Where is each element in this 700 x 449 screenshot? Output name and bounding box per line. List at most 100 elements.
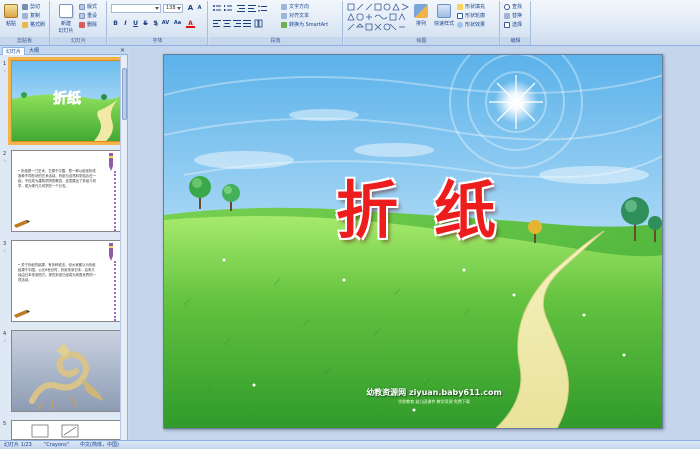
reset-button[interactable]: 重设 <box>79 12 97 20</box>
shape-effects-button[interactable]: 形状效果 <box>457 21 485 29</box>
tab-outline[interactable]: 大纲 <box>26 47 42 55</box>
align-right-button[interactable] <box>232 19 241 28</box>
replace-button[interactable]: 替换 <box>504 12 522 20</box>
convert-smartart-button[interactable]: 转换为 SmartArt <box>281 21 328 29</box>
copy-button[interactable]: 复制 <box>22 12 40 20</box>
bold-button[interactable]: B <box>111 19 120 28</box>
shape-effects-label: 形状效果 <box>465 22 486 28</box>
paste-button[interactable]: 粘贴 <box>2 3 20 35</box>
animation-star-icon: ☆ <box>3 158 7 163</box>
arrange-label: 排列 <box>415 21 426 27</box>
numbering-button[interactable] <box>223 4 232 13</box>
align-center-button[interactable] <box>222 19 231 28</box>
justify-button[interactable] <box>242 19 251 28</box>
slide-thumb-5[interactable] <box>11 420 121 440</box>
increase-indent-button[interactable] <box>247 4 256 13</box>
replace-icon <box>504 13 510 19</box>
slide-thumb-row-5[interactable]: 5 <box>0 420 121 440</box>
italic-button[interactable]: I <box>121 19 130 28</box>
theme-name: "Crayons" <box>44 442 70 448</box>
tab-slides[interactable]: 幻灯片 <box>2 47 26 55</box>
text-direction-button[interactable]: 文字方向 <box>281 3 309 11</box>
underline-button[interactable]: U <box>131 19 140 28</box>
character-spacing-button[interactable]: AV <box>161 19 170 28</box>
indent-icon <box>248 5 256 12</box>
animation-star-icon: ☆ <box>3 338 7 343</box>
slide-thumb-row-3[interactable]: 3 ☆ • 关于折纸的起源，有多种说法，但大家都认为折纸起源于中国。公元6世纪时… <box>0 240 121 324</box>
slide-thumb-2[interactable]: • 折纸是一门艺术，它源于中国，是一种以纸张折成各种不同形状的艺术活动。折纸与自… <box>11 150 121 232</box>
crayon-icon <box>14 220 30 228</box>
numbering-icon <box>224 5 232 11</box>
slide-thumb-row-1[interactable]: 1 ☆ 折纸 <box>0 57 124 145</box>
shadow-button[interactable]: S <box>151 19 160 28</box>
slide-thumb-1[interactable]: 折纸 <box>8 57 124 145</box>
slides-group: 新建 幻灯片 版式 重设 删除 幻灯片 <box>51 1 107 45</box>
drawing-group-label: 绘图 <box>344 37 499 45</box>
align-center-icon <box>223 20 231 27</box>
delete-slide-button[interactable]: 删除 <box>79 21 97 29</box>
outdent-icon <box>237 5 245 12</box>
thumb-title: 折纸 <box>53 90 81 107</box>
status-bar: 幻灯片 1/23 "Crayons" 中文(简体，中国) <box>0 440 700 449</box>
watermark-text: 幼教资源网 ziyuan.baby611.com <box>366 388 502 397</box>
paragraph-group-label: 段落 <box>209 37 342 45</box>
copy-icon <box>22 13 28 19</box>
line-spacing-icon <box>258 5 267 12</box>
cut-button[interactable]: 剪切 <box>22 3 40 11</box>
scroll-thumb[interactable] <box>122 68 127 120</box>
align-left-button[interactable] <box>212 19 221 28</box>
new-slide-button[interactable]: 新建 幻灯片 <box>55 3 77 35</box>
layout-button[interactable]: 版式 <box>79 3 97 11</box>
slide-thumb-row-4[interactable]: 4 ☆ <box>0 330 121 414</box>
thumbnail-scrollbar[interactable] <box>120 56 127 440</box>
arrange-icon <box>414 4 428 18</box>
slides-group-label: 幻灯片 <box>51 37 106 45</box>
align-text-label: 对齐文本 <box>289 13 310 19</box>
line-spacing-button[interactable] <box>258 4 267 13</box>
shape-fill-button[interactable]: 形状填充 <box>457 3 485 11</box>
scissors-icon <box>22 4 28 10</box>
chevron-down-icon <box>177 7 181 10</box>
shape-outline-button[interactable]: 形状轮廓 <box>457 12 485 20</box>
slide-title[interactable]: 折纸 <box>314 160 554 250</box>
close-icon[interactable]: × <box>120 46 125 55</box>
columns-button[interactable] <box>254 19 263 28</box>
current-slide[interactable]: 折纸 幼教资源网 ziyuan.baby611.com 学前教育 幼儿园课件 教… <box>163 54 663 429</box>
format-painter-button[interactable]: 格式刷 <box>22 21 45 29</box>
clipboard-group: 粘贴 剪切 复制 格式刷 剪贴板 <box>0 1 50 45</box>
slide-editor: 折纸 幼教资源网 ziyuan.baby611.com 学前教育 幼儿园课件 教… <box>129 46 700 440</box>
cut-label: 剪切 <box>30 4 41 10</box>
slide-thumb-4[interactable] <box>11 330 121 412</box>
bullets-button[interactable] <box>212 4 221 13</box>
new-slide-label-1: 新建 <box>60 21 71 27</box>
paragraph-group: 文字方向 对齐文本 转换为 SmartArt 段落 <box>209 1 343 45</box>
decrease-indent-button[interactable] <box>236 4 245 13</box>
font-size-select[interactable]: 138 <box>163 4 183 13</box>
language-indicator[interactable]: 中文(简体，中国) <box>80 441 119 449</box>
delete-icon <box>79 22 85 28</box>
slide-number: 3 <box>3 241 7 247</box>
slide-thumb-row-2[interactable]: 2 ☆ • 折纸是一门艺术，它源于中国，是一种以纸张折成各种不同形状的艺术活动。… <box>0 150 121 234</box>
grow-font-button[interactable]: A <box>186 4 195 13</box>
font-group-label: 字体 <box>108 37 207 45</box>
shrink-font-button[interactable]: A <box>195 4 204 13</box>
animation-star-icon: ☆ <box>3 248 7 253</box>
font-name-select[interactable] <box>111 4 161 13</box>
replace-label: 替换 <box>512 13 523 19</box>
find-button[interactable]: 查找 <box>504 3 522 11</box>
select-button[interactable]: 选择 <box>504 21 522 29</box>
watermark-subtext: 学前教育 幼儿园课件 教学资源 免费下载 <box>398 399 470 404</box>
text-direction-label: 文字方向 <box>289 4 310 10</box>
shapes-gallery[interactable] <box>347 3 409 33</box>
thumb-body-text: • 关于折纸的起源，有多种说法，但大家都认为折纸起源于中国。公元6世纪时，折纸传… <box>18 263 96 282</box>
change-case-button[interactable]: Aa <box>173 19 182 28</box>
font-color-button[interactable]: A <box>186 19 195 28</box>
ribbon: 粘贴 剪切 复制 格式刷 剪贴板 新建 幻灯片 版式 重设 删除 幻灯片 138… <box>0 0 700 46</box>
new-slide-label-2: 幻灯片 <box>58 28 74 34</box>
strikethrough-button[interactable]: S <box>141 19 150 28</box>
quick-styles-button[interactable]: 快速样式 <box>432 3 456 35</box>
slide-thumb-3[interactable]: • 关于折纸的起源，有多种说法，但大家都认为折纸起源于中国。公元6世纪时，折纸传… <box>11 240 121 322</box>
arrange-button[interactable]: 排列 <box>412 3 430 35</box>
align-text-button[interactable]: 对齐文本 <box>281 12 309 20</box>
bullets-icon <box>213 5 221 11</box>
